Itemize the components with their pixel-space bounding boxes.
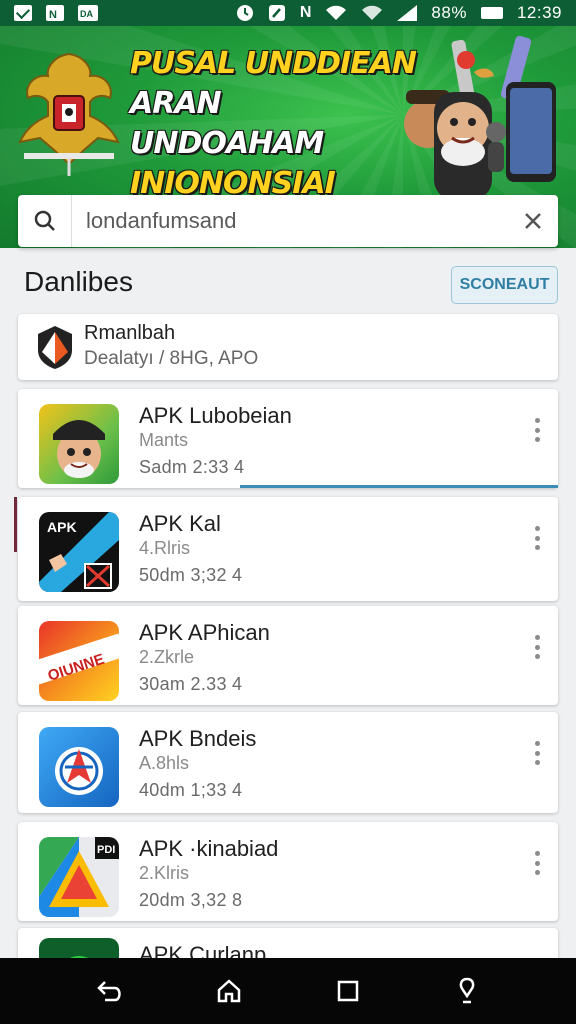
wifi-icon-secondary [362,5,383,20]
recents-icon[interactable] [326,969,370,1013]
app-size: Mants [139,430,189,450]
app-name: APK Lubobeian [139,403,292,428]
home-icon[interactable] [207,969,251,1013]
search-icon[interactable] [18,195,72,247]
app-list-item[interactable]: PDI APK ·kinabiad 2.Klris 20dm 3,32 8 [18,822,558,921]
app-name: APK APhican [139,620,270,645]
wifi-icon [326,5,347,20]
navigation-bar [0,958,576,1024]
svg-text:N: N [49,9,57,21]
clock: 12:39 [516,3,562,22]
app-date: Sadm 2:33 4 [139,457,245,477]
signal-icon [397,5,418,21]
search-input[interactable] [72,195,508,247]
more-options-icon[interactable] [526,415,548,445]
app-date: 20dm 3,32 8 [139,890,243,910]
battery-icon [480,7,503,19]
status-bar: N DA N 88% 12:39 [0,0,576,26]
download-progress-bar [240,485,558,488]
featured-title: Rmanlbah [84,322,176,344]
app-name: APK Bndeis [139,726,257,751]
battery-percent: 88% [431,3,467,22]
banner-title: PUSAL UNDDIEAN ARAN UNDOAHAM INIONONSIAI [130,44,420,204]
sort-button[interactable]: SCONEAUT [451,266,558,304]
app-date: 50dm 3;32 4 [139,565,243,585]
back-icon[interactable] [88,969,132,1013]
app-list-item[interactable]: APK Bndeis A.8hls 40dm 1;33 4 [18,712,558,813]
mail-icon [14,5,32,21]
dc-notification-icon: DA [78,5,98,21]
app-list-item[interactable]: APK Lubobeian Mants Sadm 2:33 4 [18,389,558,488]
app-icon-apk: APK [39,512,119,592]
brand-logo-icon [38,326,72,369]
selection-marker [14,497,17,552]
svg-text:DA: DA [80,9,93,19]
mascot-illustration [404,35,556,200]
app-size: 2.Zkrle [139,647,195,667]
n-icon: N [299,4,312,21]
status-left: N DA [14,5,98,21]
app-size: A.8hls [139,753,190,773]
more-options-icon[interactable] [526,738,548,768]
assistant-icon[interactable] [445,969,489,1013]
featured-subtitle: Dealatyı / 8HG, APO [84,348,259,369]
app-name: APK ·kinabiad [139,836,279,861]
app-size: 2.Klris [139,863,190,883]
app-list-item[interactable]: OIUNNE APK APhican 2.Zkrle 30am 2.33 4 [18,606,558,705]
more-options-icon[interactable] [526,523,548,553]
app-name: APK Kal [139,511,221,536]
app-icon-triangle: PDI [39,837,119,917]
alarm-icon [236,5,253,21]
close-icon[interactable] [508,195,558,247]
app-date: 30am 2.33 4 [139,674,243,694]
more-options-icon[interactable] [526,632,548,662]
app-icon-cartoon [39,404,119,484]
svg-text:APK: APK [47,519,77,535]
garuda-emblem-icon [18,52,120,176]
svg-text:PDI: PDI [97,844,115,856]
section-title: Danlibes [24,266,133,297]
app-date: 40dm 1;33 4 [139,780,243,800]
n-notification-icon: N [46,5,64,21]
app-icon-sale: OIUNNE [39,621,119,701]
banner-line-2: ARAN UNDOAHAM [130,86,324,161]
banner-line-1: PUSAL UNDDIEAN [130,46,417,81]
app-size: 4.Rlris [139,538,191,558]
status-right: N 88% 12:39 [236,3,562,23]
search-bar[interactable] [18,195,558,247]
app-list-item[interactable]: APK APK Kal 4.Rlris 50dm 3;32 4 [14,497,558,601]
nfc-icon [268,5,285,21]
more-options-icon[interactable] [526,848,548,878]
featured-list-item[interactable]: Rmanlbah Dealatyı / 8HG, APO [18,314,558,380]
app-icon-compass [39,727,119,807]
